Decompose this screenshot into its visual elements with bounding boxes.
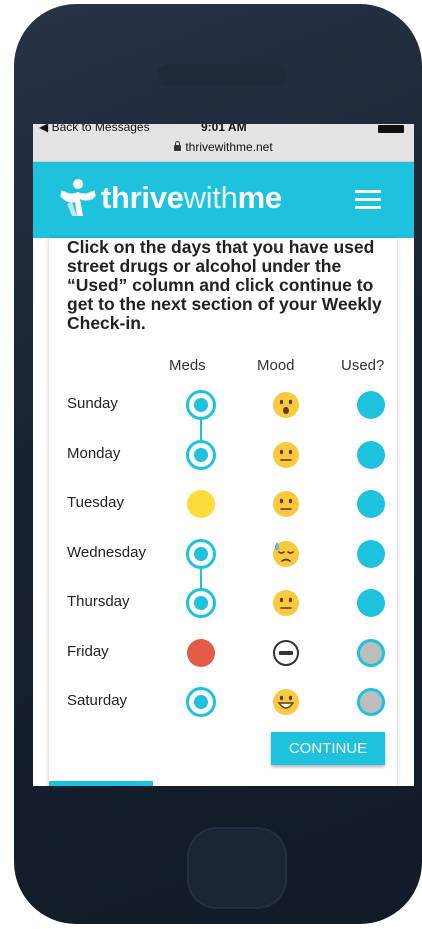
- mood-no-entry-icon: [271, 638, 301, 668]
- logo-thrive: thrive: [101, 180, 184, 215]
- used-toggle-friday[interactable]: [356, 638, 386, 668]
- thrivewithme-logo-icon: [60, 179, 96, 216]
- meds-streak-connector: [200, 566, 202, 590]
- status-time: 9:01 AM: [201, 124, 247, 134]
- used-toggle-tuesday[interactable]: [356, 489, 386, 519]
- weekly-checkin-card: Click on the days that you have used str…: [49, 238, 397, 786]
- mood-sad-sweat-icon: [271, 539, 301, 569]
- lock-icon: [174, 141, 182, 151]
- logo-me: me: [237, 180, 283, 215]
- bottom-tab-indicator: [49, 781, 153, 786]
- instructions-text: Click on the days that you have used str…: [67, 237, 382, 333]
- meds-status-tuesday[interactable]: [186, 489, 216, 519]
- mood-neutral-icon: [271, 440, 301, 470]
- meds-status-saturday[interactable]: [186, 687, 216, 717]
- thrivewithme-wordmark[interactable]: thrivewithme: [101, 180, 282, 216]
- meds-status-sunday[interactable]: [186, 390, 216, 420]
- url-text: thrivewithme.net: [185, 140, 273, 154]
- mood-grinning-icon: [271, 687, 301, 717]
- home-button[interactable]: [187, 827, 287, 909]
- meds-status-thursday[interactable]: [186, 588, 216, 618]
- phone-screen: ◀ Back to Messages 9:01 AM thrivewithme.…: [33, 124, 414, 786]
- browser-url-bar[interactable]: thrivewithme.net: [33, 136, 414, 162]
- phone-frame: ◀ Back to Messages 9:01 AM thrivewithme.…: [0, 0, 422, 929]
- meds-streak-connector: [200, 418, 202, 442]
- used-toggle-monday[interactable]: [356, 440, 386, 470]
- mood-neutral-icon: [271, 588, 301, 618]
- day-label-monday: Monday: [67, 444, 121, 462]
- column-header-mood: Mood: [257, 357, 295, 374]
- logo-with: with: [183, 180, 238, 215]
- meds-status-friday[interactable]: [186, 638, 216, 668]
- back-to-messages-link[interactable]: ◀ Back to Messages: [39, 124, 150, 134]
- continue-button[interactable]: CONTINUE: [271, 732, 385, 765]
- meds-status-wednesday[interactable]: [186, 538, 216, 569]
- used-toggle-wednesday[interactable]: [356, 539, 386, 569]
- used-toggle-thursday[interactable]: [356, 588, 386, 618]
- day-label-friday: Friday: [67, 642, 109, 660]
- mood-surprised-icon: [271, 390, 301, 420]
- mood-neutral-icon: [271, 489, 301, 519]
- site-header: thrivewithme: [33, 162, 414, 238]
- used-toggle-saturday[interactable]: [356, 687, 386, 717]
- meds-status-monday[interactable]: [186, 439, 216, 470]
- status-bar: ◀ Back to Messages 9:01 AM: [33, 124, 414, 136]
- phone-speaker: [157, 64, 287, 86]
- day-label-thursday: Thursday: [67, 593, 130, 610]
- battery-icon: [378, 125, 404, 133]
- day-label-tuesday: Tuesday: [67, 494, 124, 511]
- day-label-sunday: Sunday: [67, 395, 118, 412]
- used-toggle-sunday[interactable]: [356, 390, 386, 420]
- hamburger-menu-icon[interactable]: [355, 190, 381, 210]
- column-header-meds: Meds: [169, 357, 206, 374]
- day-label-saturday: Saturday: [67, 692, 128, 709]
- day-label-wednesday: Wednesday: [67, 543, 146, 561]
- column-header-used: Used?: [341, 357, 385, 374]
